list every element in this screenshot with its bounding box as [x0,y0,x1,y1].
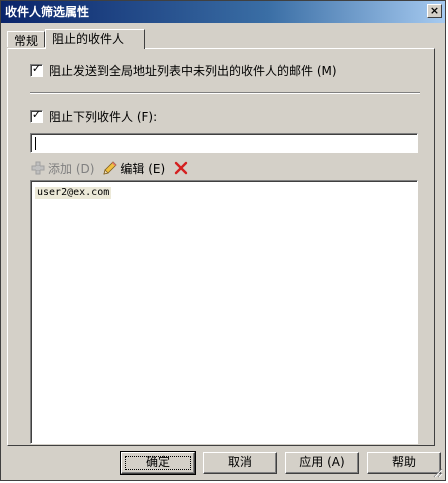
ok-button[interactable]: 确定 [120,451,196,475]
tab-general[interactable]: 常规 [7,31,45,48]
title-bar[interactable]: 收件人筛选属性 × [1,1,445,23]
section-divider [30,92,420,94]
recipient-toolbar: 添加 (D) 编辑 (E) [30,158,199,178]
dialog-button-row: 确定 取消 应用 (A) 帮助 [1,451,447,476]
tab-blocked-recipients[interactable]: 阻止的收件人 [45,29,145,49]
dialog-window: 收件人筛选属性 × 常规 阻止的收件人 ✓ 阻止发送到全局地址列表中未列出的收件… [0,0,446,481]
recipient-input[interactable] [30,133,418,153]
block-unlisted-label: 阻止发送到全局地址列表中未列出的收件人的邮件 (M) [49,63,337,78]
close-icon: × [429,4,440,17]
delete-x-icon [174,161,188,175]
block-list-label: 阻止下列收件人 (F): [49,109,158,124]
edit-button-label: 编辑 (E) [120,161,166,176]
list-item[interactable]: user2@ex.com [35,184,413,199]
delete-button[interactable] [173,160,191,176]
block-unlisted-checkbox[interactable]: ✓ [30,61,43,77]
help-button[interactable]: 帮助 [367,452,441,474]
window-title: 收件人筛选属性 [5,5,90,19]
edit-button[interactable]: 编辑 (E) [102,160,165,177]
list-item-text: user2@ex.com [35,187,112,199]
tab-panel-blocked-recipients: ✓ 阻止发送到全局地址列表中未列出的收件人的邮件 (M) ✓ 阻止下列收件人 (… [7,48,435,446]
close-button[interactable]: × [427,4,442,18]
apply-button[interactable]: 应用 (A) [285,452,359,474]
add-button[interactable]: 添加 (D) [30,160,94,177]
blocked-recipients-list[interactable]: user2@ex.com [30,180,418,444]
checkmark-icon: ✓ [31,61,42,75]
plus-icon [31,161,45,175]
resize-grip-icon[interactable] [431,466,443,478]
checkmark-icon: ✓ [31,107,42,121]
block-unlisted-option[interactable]: ✓ 阻止发送到全局地址列表中未列出的收件人的邮件 (M) [30,62,337,78]
text-caret [35,137,36,150]
cancel-button[interactable]: 取消 [203,452,277,474]
block-list-option[interactable]: ✓ 阻止下列收件人 (F): [30,108,157,124]
block-list-checkbox[interactable]: ✓ [30,107,43,123]
pencil-icon [103,161,117,175]
add-button-label: 添加 (D) [48,161,95,176]
